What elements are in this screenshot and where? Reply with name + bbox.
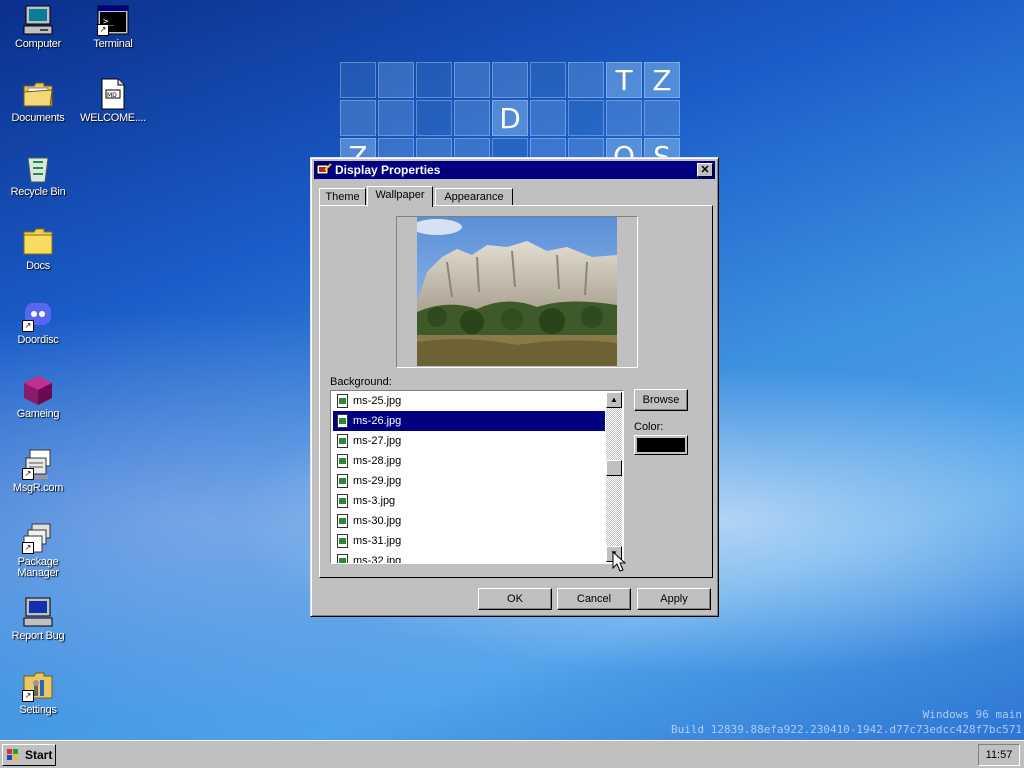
file-name: ms-32.jpg — [353, 555, 402, 564]
file-name: ms-30.jpg — [353, 515, 402, 527]
image-file-icon — [337, 474, 349, 488]
background-file-list[interactable]: ms-25.jpg ms-26.jpg ms-27.jpg ms-28.jpg … — [330, 390, 624, 564]
browse-button[interactable]: Browse — [634, 389, 688, 411]
image-file-icon — [337, 534, 349, 548]
file-name: ms-26.jpg — [353, 415, 402, 427]
tab-theme[interactable]: Theme — [319, 188, 366, 206]
cancel-button[interactable]: Cancel — [557, 588, 631, 610]
list-item[interactable]: ms-28.jpg — [333, 451, 605, 471]
report-bug-icon — [22, 596, 54, 628]
desktop-icon-welcome[interactable]: MD WELCOME.... — [75, 78, 151, 124]
file-name: ms-28.jpg — [353, 455, 402, 467]
docs-folder-icon — [22, 226, 54, 258]
color-label: Color: — [634, 421, 664, 433]
terminal-icon: >_ ↗ — [97, 4, 129, 36]
icon-label: Documents — [11, 112, 65, 124]
image-file-icon — [337, 494, 349, 508]
icon-label: WELCOME.... — [80, 112, 146, 124]
display-properties-icon — [316, 162, 332, 178]
list-item[interactable]: ms-31.jpg — [333, 531, 605, 551]
start-button[interactable]: Start — [2, 744, 56, 766]
mouse-cursor-icon — [612, 550, 627, 573]
list-item[interactable]: ms-27.jpg — [333, 431, 605, 451]
tab-wallpaper[interactable]: Wallpaper — [367, 186, 433, 207]
start-label: Start — [25, 748, 53, 762]
icon-label: Recycle Bin — [10, 186, 66, 198]
puzzle-tile: Z — [644, 62, 680, 98]
desktop-icon-recycle-bin[interactable]: Recycle Bin — [0, 152, 76, 198]
build-info-line-2: Build 12839.88efa922.230410-1942.d77c73e… — [671, 723, 1022, 736]
icon-label: Gameing — [16, 408, 60, 420]
desktop-icon-computer[interactable]: Computer — [0, 4, 76, 50]
documents-folder-icon — [22, 78, 54, 110]
icon-label: Terminal — [93, 38, 133, 50]
ok-button[interactable]: OK — [478, 588, 552, 610]
settings-icon: ↗ — [22, 670, 54, 702]
desktop-icon-gameing[interactable]: Gameing — [0, 374, 76, 420]
apply-button[interactable]: Apply — [637, 588, 711, 610]
taskbar-clock[interactable]: 11:57 — [978, 744, 1020, 766]
image-file-icon — [337, 434, 349, 448]
close-button[interactable]: ✕ — [697, 163, 713, 177]
icon-label: Docs — [26, 260, 50, 272]
list-item[interactable]: ms-3.jpg — [333, 491, 605, 511]
computer-icon — [22, 4, 54, 36]
msgr-icon: ↗ — [22, 448, 54, 480]
file-name: ms-31.jpg — [353, 535, 402, 547]
desktop-icon-doordisc[interactable]: ↗ Doordisc — [0, 300, 76, 346]
file-name: ms-27.jpg — [353, 435, 402, 447]
image-file-icon — [337, 554, 349, 563]
tile-puzzle: T Z D Z O S — [340, 62, 687, 172]
color-swatch-fill — [637, 438, 685, 452]
background-label: Background: — [330, 376, 392, 388]
list-item[interactable]: ms-25.jpg — [333, 391, 605, 411]
tab-appearance[interactable]: Appearance — [435, 188, 513, 206]
file-name: ms-3.jpg — [353, 495, 396, 507]
icon-label: Doordisc — [17, 334, 59, 346]
desktop-icon-terminal[interactable]: >_ ↗ Terminal — [75, 4, 151, 50]
build-info-line-1: Windows 96 main — [922, 708, 1022, 721]
list-scrollbar[interactable]: ▲ ▼ — [606, 392, 622, 562]
scroll-thumb[interactable] — [606, 460, 622, 476]
taskbar: Start 11:57 — [0, 740, 1024, 768]
puzzle-tile: D — [492, 100, 528, 136]
icon-label: MsgR.com — [12, 482, 64, 494]
recycle-bin-icon — [22, 152, 54, 184]
file-name: ms-25.jpg — [353, 395, 402, 407]
svg-text:MD: MD — [107, 92, 117, 99]
image-file-icon — [337, 394, 349, 408]
image-file-icon — [337, 454, 349, 468]
desktop-icon-settings[interactable]: ↗ Settings — [0, 670, 76, 716]
desktop-icon-report-bug[interactable]: Report Bug — [0, 596, 76, 642]
gameing-cube-icon — [22, 374, 54, 406]
puzzle-tile: T — [606, 62, 642, 98]
title-bar[interactable]: Display Properties ✕ — [314, 161, 715, 179]
doordisc-icon: ↗ — [22, 300, 54, 332]
display-properties-window: Display Properties ✕ Theme Wallpaper App… — [310, 157, 719, 617]
window-title: Display Properties — [335, 163, 441, 177]
icon-label: Settings — [19, 704, 57, 716]
icon-label: Package Manager — [17, 556, 59, 579]
desktop-icon-package-manager[interactable]: ↗ Package Manager — [0, 522, 76, 579]
file-name: ms-29.jpg — [353, 475, 402, 487]
icon-label: Computer — [15, 38, 61, 50]
wallpaper-preview-image — [417, 217, 617, 366]
icon-label: Report Bug — [11, 630, 65, 642]
color-picker-button[interactable] — [634, 435, 688, 455]
desktop-icon-docs[interactable]: Docs — [0, 226, 76, 272]
desktop-icon-documents[interactable]: Documents — [0, 78, 76, 124]
package-manager-icon: ↗ — [22, 522, 54, 554]
image-file-icon — [337, 414, 349, 428]
start-logo-icon — [6, 748, 20, 762]
wallpaper-preview — [396, 216, 638, 368]
welcome-document-icon: MD — [97, 78, 129, 110]
list-item-selected[interactable]: ms-26.jpg — [333, 411, 605, 431]
list-item[interactable]: ms-30.jpg — [333, 511, 605, 531]
image-file-icon — [337, 514, 349, 528]
wallpaper-panel: Background: ms-25.jpg ms-26.jpg ms-27.jp… — [319, 205, 713, 578]
desktop-icon-msgr[interactable]: ↗ MsgR.com — [0, 448, 76, 494]
list-item[interactable]: ms-29.jpg — [333, 471, 605, 491]
scroll-up-arrow-icon[interactable]: ▲ — [606, 392, 622, 408]
list-item[interactable]: ms-32.jpg — [333, 551, 605, 564]
